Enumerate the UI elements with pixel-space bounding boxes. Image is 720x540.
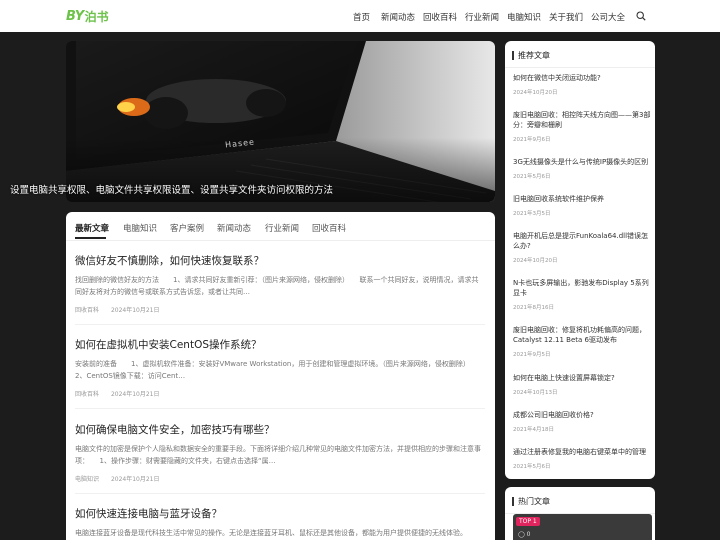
article-excerpt: 电脑文件的加密是保护个人隐私和数据安全的重要手段。下面将详细介绍几种常见的电脑文… — [75, 445, 481, 465]
recommended-item-date: 2024年10月20日 — [513, 90, 558, 96]
hero-laptop-image — [66, 41, 495, 202]
article-divider — [75, 493, 485, 494]
site-header: BY 泊书 首页 新闻动态 回收百科 行业新闻 电脑知识 关于我们 公司大全 — [0, 0, 720, 32]
article-date: 2024年10月21日 — [110, 391, 160, 398]
hot-title: 热门文章 — [518, 496, 550, 506]
logo-mark: BY — [66, 9, 84, 24]
article-meta: 回收百科 2024年10月21日 — [75, 305, 169, 314]
search-icon[interactable] — [636, 11, 646, 21]
recommended-item-title[interactable]: N卡也玩多屏输出，影驰发布Display 5系列显卡 — [513, 278, 651, 298]
recommended-item-date: 2021年5月6日 — [513, 174, 551, 180]
recommended-item[interactable]: 3G无线摄像头是什么与传统IP摄像头的区别 2021年5月6日 — [513, 157, 651, 180]
recommended-item-title[interactable]: 废旧电脑回收：修复将机功耗偏高的问题，Catalyst 12.11 Beta 6… — [513, 325, 651, 345]
hot-article-thumbnail[interactable]: TOP 1 ◯ 0 — [513, 514, 652, 540]
recommended-item-title[interactable]: 如何在电脑上快速设置屏幕锁定? — [513, 373, 651, 383]
recommended-item-title[interactable]: 如何在微信中关闭运动功能? — [513, 73, 651, 83]
recommended-item-date: 2024年10月13日 — [513, 390, 558, 396]
recommended-item[interactable]: 如何在电脑上快速设置屏幕锁定? 2024年10月13日 — [513, 373, 651, 396]
recommended-item[interactable]: 电脑开机后总是提示FunKoala64.dll错误怎么办? 2024年10月20… — [513, 231, 651, 264]
article-meta: 电脑知识 2024年10月21日 — [75, 474, 169, 483]
article-list-card: 最新文章 电脑知识 客户案例 新闻动态 行业新闻 回收百科 微信好友不慎删除，如… — [66, 212, 495, 540]
article-excerpt: 找回删除的微信好友的方法 1、请求共同好友重新引荐：（图片来源网络，侵权删除） … — [75, 276, 479, 296]
recommended-title: 推荐文章 — [518, 50, 550, 60]
article-title[interactable]: 如何快速连接电脑与蓝牙设备？ — [75, 506, 222, 521]
tab-news[interactable]: 新闻动态 — [217, 222, 251, 234]
article-date: 2024年10月21日 — [110, 476, 160, 483]
active-tab-indicator — [75, 237, 106, 239]
recommended-item[interactable]: 旧电脑回收系统软件维护保养 2021年3月5日 — [513, 194, 651, 217]
recommended-item-date: 2021年9月5日 — [513, 352, 551, 358]
recommended-item-date: 2021年4月18日 — [513, 427, 554, 433]
recommended-item-title[interactable]: 废旧电脑回收：相控阵天线方向图——第3部分：旁瓣和栅刷 — [513, 110, 651, 130]
tabs-divider — [66, 240, 495, 241]
article-title[interactable]: 如何确保电脑文件安全，加密技巧有哪些？ — [75, 422, 275, 437]
article-divider — [75, 324, 485, 325]
hero-title[interactable]: 设置电脑共享权限、电脑文件共享权限设置、设置共享文件夹访问权限的方法 — [10, 182, 333, 196]
nav-news[interactable]: 新闻动态 — [381, 11, 415, 23]
nav-computer-knowledge[interactable]: 电脑知识 — [507, 11, 541, 23]
recommended-item-date: 2021年9月6日 — [513, 137, 551, 143]
nav-about-us[interactable]: 关于我们 — [549, 11, 583, 23]
nav-industry-news[interactable]: 行业新闻 — [465, 11, 499, 23]
section-marker — [512, 496, 514, 506]
article-category[interactable]: 电脑知识 — [75, 476, 99, 483]
site-logo[interactable]: BY 泊书 — [66, 8, 109, 25]
tab-latest[interactable]: 最新文章 — [75, 222, 109, 234]
recommended-item[interactable]: 如何在微信中关闭运动功能? 2024年10月20日 — [513, 73, 651, 96]
tab-computer-knowledge[interactable]: 电脑知识 — [123, 222, 157, 234]
nav-recycle-wiki[interactable]: 回收百科 — [423, 11, 457, 23]
recommended-item-title[interactable]: 3G无线摄像头是什么与传统IP摄像头的区别 — [513, 157, 651, 167]
view-count-value: 0 — [526, 531, 531, 538]
recommended-item-date: 2021年8月16日 — [513, 305, 554, 311]
recommended-item[interactable]: 通过注册表修复我的电脑右键菜单中的管理 2021年5月6日 — [513, 447, 651, 470]
recommended-item-title[interactable]: 成都公司旧电脑回收价格? — [513, 410, 651, 420]
tab-industry-news[interactable]: 行业新闻 — [265, 222, 299, 234]
article-tabs: 最新文章 电脑知识 客户案例 新闻动态 行业新闻 回收百科 — [66, 212, 495, 241]
recommended-item-date: 2021年3月5日 — [513, 211, 551, 217]
recommended-item-date: 2024年10月20日 — [513, 258, 558, 264]
article-excerpt: 安装前的准备 1、虚拟机软件准备：安装好VMware Workstation，用… — [75, 360, 481, 380]
article-excerpt: 电脑连接蓝牙设备是现代科技生活中常见的操作。无论是连接蓝牙耳机、鼠标还是其他设备… — [75, 529, 467, 537]
recommended-header: 推荐文章 — [512, 50, 550, 60]
eye-icon: ◯ — [518, 531, 525, 538]
recommended-item-title[interactable]: 电脑开机后总是提示FunKoala64.dll错误怎么办? — [513, 231, 651, 251]
recommended-item[interactable]: 废旧电脑回收：修复将机功耗偏高的问题，Catalyst 12.11 Beta 6… — [513, 325, 651, 358]
recommended-item[interactable]: N卡也玩多屏输出，影驰发布Display 5系列显卡 2021年8月16日 — [513, 278, 651, 311]
recommended-item-title[interactable]: 旧电脑回收系统软件维护保养 — [513, 194, 651, 204]
section-marker — [512, 50, 514, 60]
nav-company-directory[interactable]: 公司大全 — [591, 11, 625, 23]
recommended-item-date: 2021年5月6日 — [513, 464, 551, 470]
rank-badge: TOP 1 — [516, 517, 540, 526]
hot-articles-card: 热门文章 TOP 1 ◯ 0 — [505, 487, 655, 540]
view-count: ◯ 0 — [518, 531, 530, 538]
recommended-item[interactable]: 废旧电脑回收：相控阵天线方向图——第3部分：旁瓣和栅刷 2021年9月6日 — [513, 110, 651, 143]
article-category[interactable]: 回收百科 — [75, 307, 99, 314]
section-divider — [505, 67, 655, 68]
nav-home[interactable]: 首页 — [353, 11, 370, 23]
tab-recycle-wiki[interactable]: 回收百科 — [312, 222, 346, 234]
article-meta: 回收百科 2024年10月21日 — [75, 389, 169, 398]
recommended-articles-card: 推荐文章 如何在微信中关闭运动功能? 2024年10月20日 废旧电脑回收：相控… — [505, 41, 655, 479]
recommended-item-title[interactable]: 通过注册表修复我的电脑右键菜单中的管理 — [513, 447, 651, 457]
hot-header: 热门文章 — [512, 496, 550, 506]
recommended-item[interactable]: 成都公司旧电脑回收价格? 2021年4月18日 — [513, 410, 651, 433]
article-divider — [75, 408, 485, 409]
article-title[interactable]: 微信好友不慎删除，如何快速恢复联系？ — [75, 253, 264, 268]
logo-text: 泊书 — [84, 10, 109, 24]
article-date: 2024年10月21日 — [110, 307, 160, 314]
article-category[interactable]: 回收百科 — [75, 391, 99, 398]
article-title[interactable]: 如何在虚拟机中安装CentOS操作系统？ — [75, 337, 262, 352]
hero-banner[interactable]: Hasee — [66, 41, 495, 202]
tab-customer-cases[interactable]: 客户案例 — [170, 222, 204, 234]
